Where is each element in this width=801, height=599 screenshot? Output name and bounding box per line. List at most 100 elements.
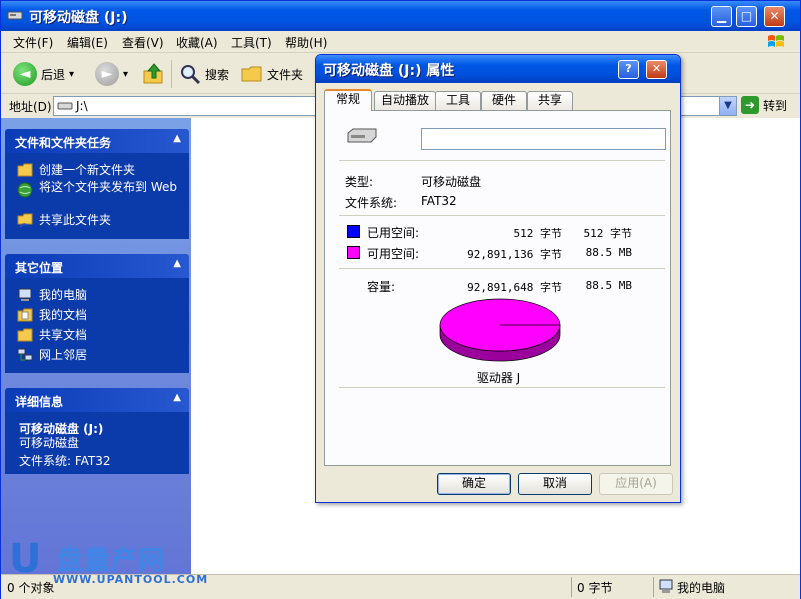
separator [339, 215, 665, 216]
folders-button[interactable]: 文件夹 [241, 60, 303, 88]
removable-drive-icon [347, 128, 377, 143]
place-label: 我的电脑 [39, 288, 88, 302]
removable-drive-icon [7, 11, 23, 20]
status-location: 我的电脑 [677, 581, 726, 595]
collapse-chevron-icon[interactable]: ▲ [173, 392, 181, 403]
watermark-u: U [9, 536, 42, 582]
address-dropdown-icon[interactable]: ▼ [719, 97, 736, 115]
back-arrow-icon: ◄ [13, 62, 37, 86]
free-bytes: 92,891,136 字节 [467, 248, 562, 261]
volume-label-input[interactable] [421, 128, 666, 150]
globe-icon [17, 182, 33, 198]
file-tasks-title: 文件和文件夹任务 [15, 136, 112, 150]
task-label: 将这个文件夹发布到 Web [39, 180, 177, 194]
free-space-swatch [347, 246, 360, 259]
place-my-documents[interactable]: 我的文档 [17, 306, 87, 323]
capacity-bytes: 92,891,648 字节 [467, 281, 562, 294]
windows-logo-icon [768, 35, 784, 47]
tab-general[interactable]: 常规 [324, 89, 372, 111]
title-bar[interactable]: 可移动磁盘 (J:) ▁ □ ✕ [1, 1, 800, 31]
details-body: 可移动磁盘 (J:) 可移动磁盘 文件系统: FAT32 [5, 412, 189, 474]
new-folder-icon [17, 163, 33, 177]
watermark-cn: 盘量产网 [57, 546, 166, 576]
place-label: 网上邻居 [39, 348, 88, 362]
file-tasks-header[interactable]: 文件和文件夹任务 ▲ [5, 129, 189, 153]
collapse-chevron-icon[interactable]: ▲ [173, 133, 181, 144]
drive-icon [57, 102, 73, 110]
file-tasks-body: 创建一个新文件夹 将这个文件夹发布到 Web 共享此文件夹 [5, 153, 189, 239]
place-my-computer[interactable]: 我的电脑 [17, 286, 87, 303]
forward-button[interactable]: ► ▾ [95, 60, 128, 88]
dialog-close-button[interactable]: ✕ [646, 60, 667, 79]
details-type: 可移动磁盘 [19, 436, 80, 450]
details-header[interactable]: 详细信息 ▲ [5, 388, 189, 412]
cancel-button[interactable]: 取消 [518, 473, 592, 495]
type-label: 类型: [345, 175, 374, 189]
close-button[interactable]: ✕ [764, 6, 785, 27]
place-network[interactable]: 网上邻居 [17, 346, 87, 363]
status-size: 0 字节 [577, 581, 613, 595]
address-value: J:\ [76, 99, 88, 113]
search-button[interactable]: 搜索 [179, 60, 229, 88]
folders-icon [241, 66, 262, 82]
toolbar-separator [171, 60, 172, 88]
other-places-header[interactable]: 其它位置 ▲ [5, 254, 189, 278]
properties-dialog: 可移动磁盘 (J:) 属性 ? ✕ 常规 自动播放 工具 硬件 共享 类型: 可… [315, 54, 681, 503]
menu-help[interactable]: 帮助(H) [285, 34, 327, 51]
tab-autoplay[interactable]: 自动播放 [374, 91, 436, 110]
separator [339, 387, 665, 388]
back-button[interactable]: ◄ 后退 ▾ [13, 60, 74, 88]
task-label: 创建一个新文件夹 [39, 163, 136, 177]
separator [339, 160, 665, 161]
fs-label: 文件系统: [345, 196, 398, 210]
network-icon [17, 348, 33, 361]
ok-button[interactable]: 确定 [437, 473, 511, 495]
free-human: 88.5 MB [585, 246, 632, 259]
place-label: 我的文档 [39, 308, 88, 322]
forward-dropdown-icon[interactable]: ▾ [123, 69, 128, 80]
task-share-folder[interactable]: 共享此文件夹 [17, 211, 111, 228]
place-shared-documents[interactable]: 共享文档 [17, 326, 87, 343]
menu-view[interactable]: 查看(V) [122, 34, 164, 51]
menu-file[interactable]: 文件(F) [13, 34, 53, 51]
menu-bar: 文件(F) 编辑(E) 查看(V) 收藏(A) 工具(T) 帮助(H) [1, 31, 800, 53]
tab-sharing[interactable]: 共享 [527, 91, 573, 110]
separator [339, 268, 665, 269]
go-arrow-icon: ➜ [741, 96, 759, 114]
used-space-swatch [347, 225, 360, 238]
other-places-title: 其它位置 [15, 261, 64, 275]
dialog-title-bar[interactable]: 可移动磁盘 (J:) 属性 ? ✕ [316, 55, 680, 83]
details-fs: 文件系统: FAT32 [19, 454, 111, 468]
minimize-button[interactable]: ▁ [711, 6, 732, 27]
forward-arrow-icon: ► [95, 62, 119, 86]
type-value: 可移动磁盘 [421, 175, 482, 189]
menu-tools[interactable]: 工具(T) [231, 34, 272, 51]
menu-favorites[interactable]: 收藏(A) [176, 34, 218, 51]
up-folder-icon[interactable] [142, 62, 166, 86]
apply-button[interactable]: 应用(A) [599, 473, 673, 495]
shared-folder-icon [17, 328, 33, 342]
capacity-label: 容量: [367, 280, 396, 294]
disk-usage-pie-chart [439, 298, 561, 362]
collapse-chevron-icon[interactable]: ▲ [173, 258, 181, 269]
share-folder-icon [17, 213, 33, 228]
folders-label: 文件夹 [267, 67, 304, 82]
menu-edit[interactable]: 编辑(E) [67, 34, 108, 51]
window-title: 可移动磁盘 (J:) [29, 10, 128, 26]
task-new-folder[interactable]: 创建一个新文件夹 [17, 161, 135, 178]
task-pane: 文件和文件夹任务 ▲ 创建一个新文件夹 将这个文件夹发布到 Web 共享此文件夹… [1, 118, 191, 574]
place-label: 共享文档 [39, 328, 88, 342]
task-publish-web[interactable]: 将这个文件夹发布到 Web [17, 181, 177, 198]
help-button[interactable]: ? [618, 60, 639, 79]
status-divider [653, 577, 654, 597]
go-button[interactable]: ➜ 转到 [741, 96, 787, 114]
tab-tools[interactable]: 工具 [435, 91, 481, 110]
back-label: 后退 [41, 67, 66, 82]
tab-hardware[interactable]: 硬件 [481, 91, 527, 110]
fs-value: FAT32 [421, 194, 457, 208]
go-label: 转到 [763, 98, 788, 113]
search-icon [181, 65, 201, 85]
back-dropdown-icon[interactable]: ▾ [69, 69, 74, 80]
maximize-button[interactable]: □ [736, 6, 757, 27]
other-places-body: 我的电脑 我的文档 共享文档 网上邻居 [5, 278, 189, 373]
